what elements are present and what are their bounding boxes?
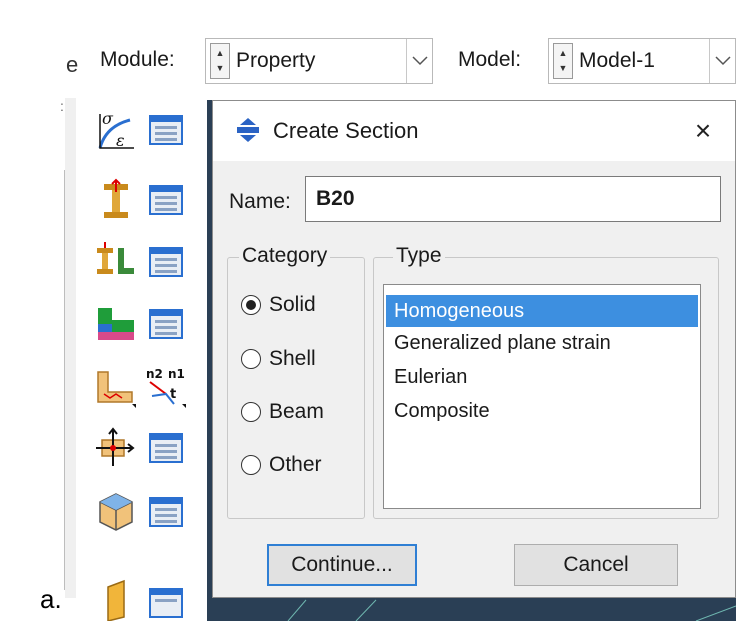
assign-normal-tangent-icon[interactable]: n2 n1 t <box>144 364 188 408</box>
chevron-down-icon[interactable] <box>406 39 432 83</box>
cut-off-text: e <box>66 52 79 77</box>
model-label: Model: <box>458 48 522 71</box>
category-label: Other <box>269 453 322 476</box>
category-label: Beam <box>269 400 324 423</box>
special-inertia-icon[interactable] <box>94 426 138 470</box>
radio-button-icon[interactable] <box>241 349 261 369</box>
assign-section-icon[interactable] <box>94 302 138 346</box>
left-panel-divider <box>64 170 65 590</box>
category-label: Solid <box>269 293 316 316</box>
section-assignment-manager-icon[interactable] <box>148 306 184 342</box>
viewport-bottom-edge[interactable] <box>216 598 736 622</box>
assign-beam-orientation-icon[interactable] <box>94 364 138 408</box>
model-value: Model-1 <box>579 49 655 72</box>
radio-button-icon[interactable] <box>241 455 261 475</box>
category-radio-shell[interactable]: Shell <box>241 347 316 371</box>
chevron-down-icon[interactable] <box>709 39 735 83</box>
type-title: Type <box>393 244 445 268</box>
svg-text:ε: ε <box>116 131 125 150</box>
inertia-manager-icon[interactable] <box>148 430 184 466</box>
dialog-title: Create Section <box>273 118 419 143</box>
radio-button-icon[interactable] <box>241 402 261 422</box>
left-panel-edge <box>65 98 76 598</box>
category-title: Category <box>239 244 331 268</box>
category-radio-solid[interactable]: Solid <box>241 293 316 317</box>
figure-label: a. <box>40 584 62 614</box>
continue-button[interactable]: Continue... <box>267 544 417 586</box>
list-item[interactable]: Eulerian <box>386 361 698 393</box>
cancel-button[interactable]: Cancel <box>514 544 678 586</box>
profile-manager-icon[interactable] <box>148 244 184 280</box>
svg-text:σ: σ <box>102 109 114 128</box>
list-item[interactable]: Homogeneous <box>386 295 698 327</box>
material-manager-icon[interactable] <box>148 112 184 148</box>
stringer-icon[interactable] <box>94 577 138 621</box>
create-section-icon[interactable] <box>94 178 138 222</box>
list-item[interactable]: Composite <box>386 395 698 427</box>
model-spinner-icon[interactable]: ▲ ▼ <box>553 43 573 79</box>
section-manager-icon[interactable] <box>148 182 184 218</box>
create-profile-icon[interactable] <box>94 240 138 284</box>
module-value: Property <box>236 49 316 72</box>
radio-button-icon[interactable] <box>241 295 261 315</box>
cut-off-mark: : <box>60 98 64 114</box>
module-label: Module: <box>100 48 175 71</box>
model-combo[interactable]: ▲ ▼ Model-1 <box>548 38 736 84</box>
stringer-manager-icon[interactable] <box>148 585 184 621</box>
type-list[interactable]: Homogeneous Generalized plane strain Eul… <box>383 284 701 509</box>
category-radio-beam[interactable]: Beam <box>241 400 324 424</box>
create-section-dialog: Create Section × Name: B20 Category Soli… <box>212 100 736 598</box>
section-icon <box>235 117 261 148</box>
close-icon[interactable]: × <box>683 111 723 151</box>
category-radio-other[interactable]: Other <box>241 453 322 477</box>
skin-manager-icon[interactable] <box>148 494 184 530</box>
list-item[interactable]: Generalized plane strain <box>386 327 698 359</box>
name-input[interactable]: B20 <box>305 176 721 222</box>
svg-text:n2: n2 <box>146 367 163 381</box>
name-label: Name: <box>229 190 291 213</box>
create-material-icon[interactable]: σ ε <box>94 108 138 152</box>
category-label: Shell <box>269 347 316 370</box>
skin-icon[interactable] <box>94 490 138 534</box>
module-spinner-icon[interactable]: ▲ ▼ <box>210 43 230 79</box>
module-combo[interactable]: ▲ ▼ Property <box>205 38 433 84</box>
svg-text:n1: n1 <box>168 367 185 381</box>
